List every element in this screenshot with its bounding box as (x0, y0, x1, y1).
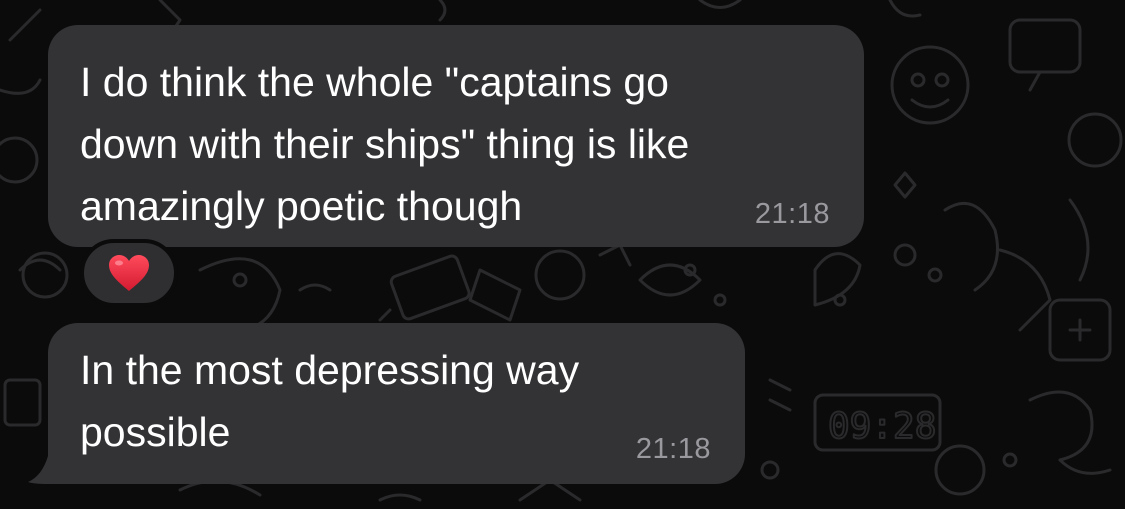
message-text: I do think the whole "captains go down w… (80, 59, 690, 229)
message-timestamp: 21:18 (635, 433, 711, 465)
incoming-message-bubble[interactable]: I do think the whole "captains go down w… (48, 25, 864, 247)
message-reaction-badge[interactable] (80, 239, 178, 307)
incoming-message-bubble[interactable]: In the most depressing way possible 21:1… (48, 323, 745, 484)
message-timestamp: 21:18 (754, 198, 830, 230)
message-text: In the most depressing way possible (80, 347, 580, 455)
svg-text:09:28: 09:28 (828, 406, 936, 447)
heart-icon (109, 255, 149, 291)
